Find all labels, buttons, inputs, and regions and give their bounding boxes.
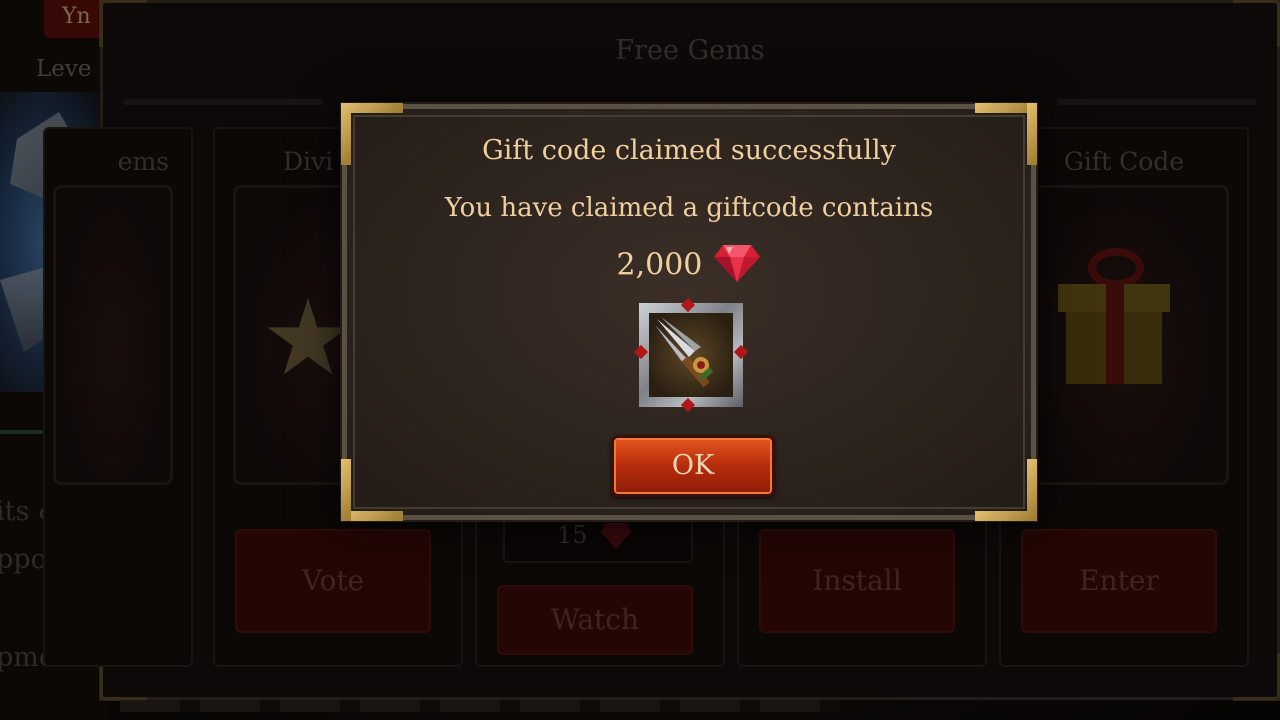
frame-ruby-icon (680, 397, 696, 413)
dialog-title: Gift code claimed successfully (482, 135, 896, 166)
ok-button[interactable]: OK (611, 435, 775, 497)
gold-corner-ornament (975, 459, 1037, 521)
frame-ruby-icon (733, 344, 749, 360)
gold-corner-ornament (341, 459, 403, 521)
frame-ruby-icon (680, 297, 696, 313)
ruby-gem-icon (713, 243, 761, 287)
dialog-message: You have claimed a giftcode contains (444, 193, 934, 223)
spear-weapon-icon (633, 297, 749, 413)
reward-amount: 2,000 (616, 247, 703, 283)
reward-row: 2,000 (347, 243, 1031, 287)
frame-ruby-icon (633, 344, 649, 360)
gift-code-dialog: Gift code claimed successfully You have … (341, 103, 1037, 521)
